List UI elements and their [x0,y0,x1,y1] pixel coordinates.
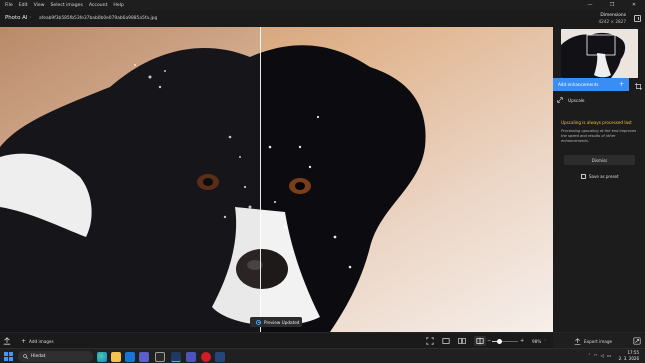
image-viewer[interactable]: Preview Updated [0,27,553,332]
dog-photo-original [0,27,261,332]
menu-view[interactable]: View [31,3,48,8]
system-tray[interactable]: ˄ ◠ ◁ ▭ [588,354,611,359]
close-button[interactable]: ✕ [623,0,645,10]
app-name: Photo AI [5,15,28,21]
menu-select-images[interactable]: Select images [48,3,86,8]
volume-icon[interactable]: ◁ [600,354,603,359]
dimensions-value: 4242 × 2827 [598,19,627,24]
export-image-button[interactable]: Export image [574,333,612,349]
split-view-button[interactable] [474,336,486,346]
edge-icon[interactable] [97,351,107,362]
dimensions-info: Dimensions 4242 × 2827 [599,13,627,25]
windows-start-icon[interactable] [4,352,13,361]
zoom-slider[interactable] [492,338,518,344]
menu-file[interactable]: File [2,3,16,8]
file-explorer-icon[interactable] [111,351,121,362]
side-by-side-icon[interactable] [458,337,466,345]
thumbnail-image [561,29,638,78]
search-text: Hledat [31,354,46,359]
crop-icon[interactable] [635,83,642,90]
chevron-down-icon: ˅ [29,15,32,21]
zoom-value[interactable]: 98% [532,333,541,349]
add-images-label: Add images [29,338,54,344]
add-enhancements-button[interactable]: Add enhancements + [553,78,629,91]
add-enhancements-label: Add enhancements [558,82,599,87]
single-view-icon[interactable] [442,337,450,345]
zoom-out-icon[interactable]: − [487,333,491,349]
taskbar: Hledat ˄ ◠ ◁ ▭ 17:55 2. 3. 2026 [0,348,645,363]
app-switcher[interactable]: Photo AI ˅ [5,15,31,21]
compare-split-handle[interactable] [260,27,262,332]
menu-account[interactable]: Account [86,3,111,8]
zoom-slider-knob[interactable] [497,338,503,344]
photo-ai-icon[interactable] [171,351,181,362]
import-icon[interactable] [3,337,11,345]
checkmark-spinner-icon [256,319,261,325]
split-view-icon [476,337,484,345]
file-name: afeab9f3b585fb53fe37bab0b0e079ab6a9885a5… [39,16,158,21]
toggle-panel-icon[interactable] [634,15,641,22]
title-bar: Photo AI ˅ afeab9f3b585fb53fe37bab0b0e07… [0,10,645,27]
fit-screen-icon[interactable] [426,337,434,345]
menu-bar: File Edit View Select images Account Hel… [0,0,645,10]
save-preset-label: Save as preset [589,174,619,179]
chevron-down-icon[interactable]: ˅ [544,333,546,349]
upscale-item[interactable]: Upscale [557,97,585,103]
search-icon [23,354,28,359]
preview-updated-toast: Preview Updated [250,317,302,327]
notice-body: Processing upscaling at the end improves… [561,129,637,143]
menu-help[interactable]: Help [110,3,126,8]
window-controls: — ❐ ✕ [579,0,645,10]
navigator-thumbnail[interactable] [561,29,638,78]
dismiss-button[interactable]: Dismiss [564,155,635,165]
bottom-toolbar: + Add images − + 98% ˅ Export image [0,332,645,349]
mail-icon[interactable] [125,351,135,362]
notice-heading: Upscaling is always processed last [561,120,632,125]
export-settings-icon[interactable] [633,337,641,345]
preset-icon [581,174,586,179]
clock[interactable]: 17:55 2. 3. 2026 [619,350,639,362]
zoom-in-icon[interactable]: + [520,333,524,349]
enhancement-panel: Add enhancements + Upscale Upscaling is … [553,27,645,332]
store-icon[interactable] [155,351,165,362]
toast-text: Preview Updated [264,319,300,325]
clock-date: 2. 3. 2026 [618,356,639,361]
export-image-label: Export image [584,338,613,344]
maximize-button[interactable]: ❐ [601,0,623,10]
export-area: Export image [553,333,645,349]
menu-edit[interactable]: Edit [16,3,31,8]
battery-icon[interactable]: ▭ [607,354,611,359]
export-icon [574,337,581,345]
upscale-icon [557,97,563,103]
original-preview [0,27,261,332]
enhanced-preview [261,27,553,332]
upscaling-notice: Upscaling is always processed last Proce… [561,120,641,144]
wifi-icon[interactable]: ◠ [594,354,598,359]
opera-icon[interactable] [201,351,211,362]
plus-icon: + [618,81,624,88]
app-icon[interactable] [215,351,225,362]
add-images-button[interactable]: + Add images [21,333,54,349]
taskbar-search[interactable]: Hledat [18,351,93,362]
save-as-preset-button[interactable]: Save as preset [581,174,619,179]
plus-icon: + [21,337,27,345]
dog-photo-enhanced [261,27,553,332]
minimize-button[interactable]: — [579,0,601,10]
upscale-label: Upscale [568,97,585,103]
teams-icon[interactable] [139,351,149,362]
chevron-up-icon[interactable]: ˄ [588,354,590,359]
teams-chat-icon[interactable] [186,351,196,362]
